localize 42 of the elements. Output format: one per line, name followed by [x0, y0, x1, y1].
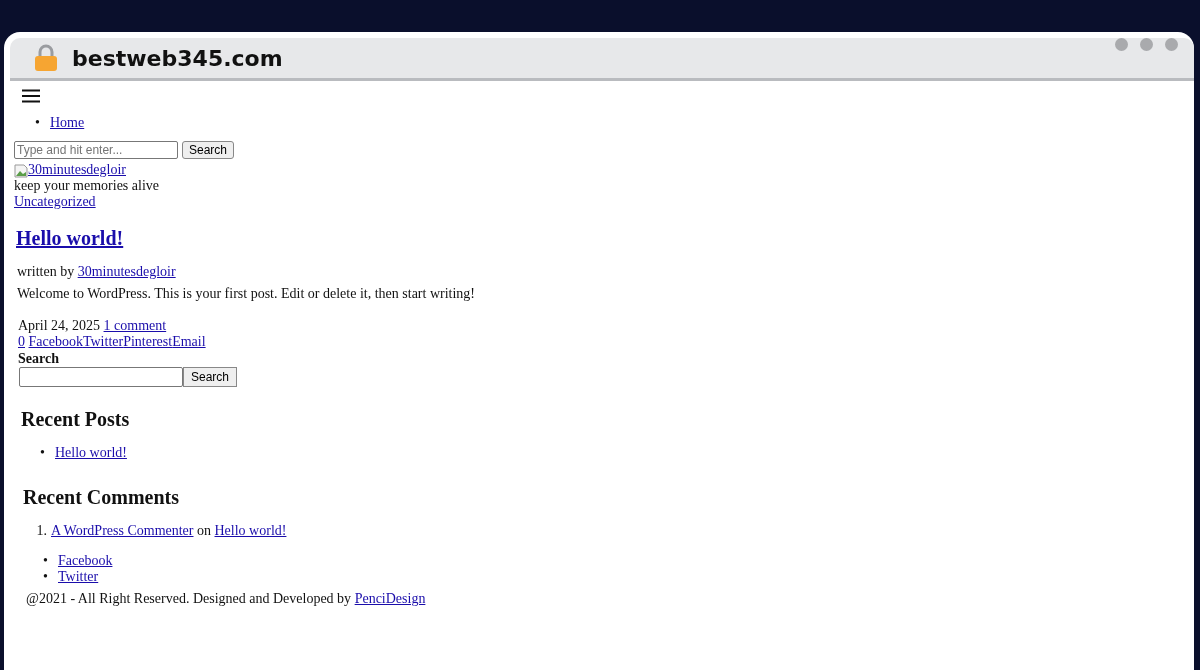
- url-text[interactable]: bestweb345.com: [72, 45, 1115, 71]
- social-link[interactable]: Facebook: [58, 553, 113, 569]
- category-link[interactable]: Uncategorized: [14, 194, 96, 209]
- list-marker: •: [34, 115, 40, 131]
- widget-title: Recent Comments: [23, 485, 181, 509]
- share-link[interactable]: Email: [172, 334, 206, 349]
- recent-post-link[interactable]: Hello world!: [55, 445, 127, 461]
- post-title[interactable]: Hello world!: [16, 227, 124, 249]
- comment-post-link[interactable]: Hello world!: [214, 523, 287, 538]
- tagline: keep your memories alive: [14, 178, 159, 193]
- list-marker: •: [42, 553, 48, 569]
- search-field[interactable]: Type and hit enter...: [14, 141, 178, 159]
- broken-image-icon: [14, 164, 28, 178]
- window-dot-icon: [1115, 37, 1128, 51]
- search-button[interactable]: Search: [182, 141, 235, 159]
- share-count[interactable]: 0: [18, 334, 25, 349]
- share-link[interactable]: Pinterest: [123, 334, 173, 349]
- share-link[interactable]: Facebook: [28, 334, 83, 349]
- window-dot-icon: [1165, 37, 1178, 51]
- window-dot-icon: [1140, 37, 1153, 51]
- widget-title: Recent Posts: [21, 407, 131, 431]
- footer-link[interactable]: PenciDesign: [354, 591, 426, 606]
- logo-link[interactable]: 30minutesdegloir: [28, 162, 126, 178]
- list-marker: •: [39, 445, 45, 461]
- padlock-icon: [34, 44, 58, 72]
- comment-joiner-text: on: [197, 523, 211, 538]
- post-date: April 24, 2025: [18, 318, 101, 333]
- footer-text: @2021 - All Right Reserved. Designed and Developed by PenciDesign: [26, 591, 427, 607]
- comment-author-link[interactable]: A WordPress Commenter: [51, 523, 194, 538]
- social-link[interactable]: Twitter: [58, 569, 99, 585]
- post-excerpt: Welcome to WordPress. This is your first post. Edit or delete it, then start writing!: [17, 286, 476, 302]
- search-label: Search: [18, 351, 59, 366]
- sidebar-search-field[interactable]: [19, 367, 183, 387]
- share-link[interactable]: Twitter: [82, 334, 124, 349]
- author-link[interactable]: 30minutesdegloir: [77, 264, 176, 279]
- comments-link[interactable]: 1 comment: [103, 318, 167, 333]
- list-marker: 1.: [35, 523, 47, 539]
- sidebar-search-button[interactable]: Search: [183, 367, 238, 387]
- byline-text: written by: [17, 264, 75, 279]
- nav-link[interactable]: Home: [50, 115, 85, 131]
- menu-icon[interactable]: [22, 89, 40, 103]
- list-marker: •: [42, 569, 48, 585]
